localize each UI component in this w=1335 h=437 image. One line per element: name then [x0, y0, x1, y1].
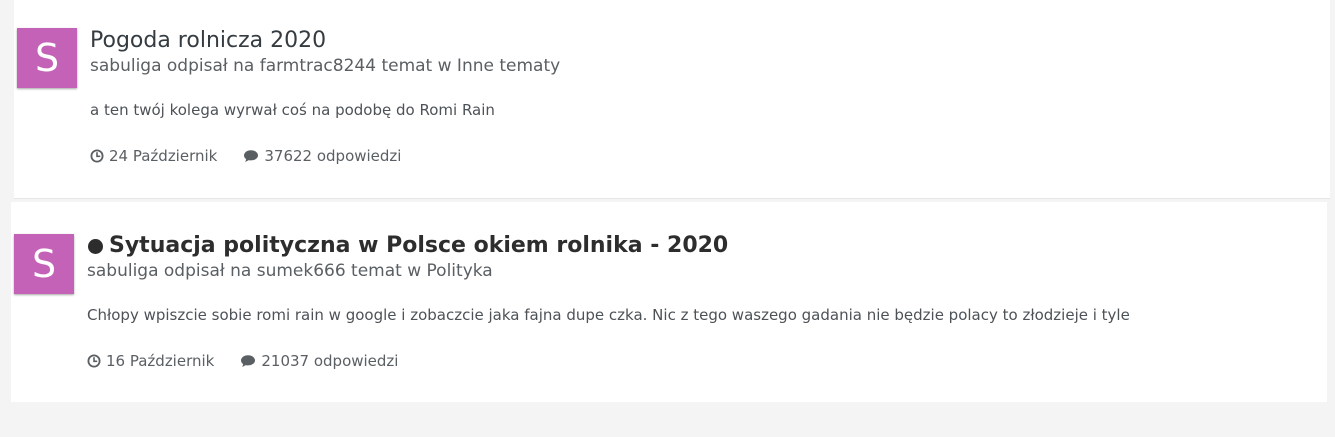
unread-indicator-icon: [88, 238, 103, 254]
date-text: 16 Październik: [106, 352, 215, 370]
date-text: 24 Październik: [109, 147, 218, 165]
stream-item-body: Sytuacja polityczna w Polsce okiem rolni…: [87, 232, 1307, 371]
avatar[interactable]: S: [14, 234, 74, 294]
topic-title[interactable]: Sytuacja polityczna w Polsce okiem rolni…: [109, 232, 728, 260]
comment-icon: [241, 355, 256, 367]
stream-item: S Sytuacja polityczna w Polsce okiem rol…: [11, 202, 1327, 402]
avatar[interactable]: S: [17, 28, 77, 88]
topic-title-link[interactable]: Pogoda rolnicza 2020: [90, 27, 1310, 55]
post-snippet: Chłopy wpiszcie sobie romi rain w google…: [87, 306, 1130, 324]
topic-title-link[interactable]: Sytuacja polityczna w Polsce okiem rolni…: [87, 232, 1307, 260]
clock-icon: [87, 354, 101, 368]
replies-stat: 37622 odpowiedzi: [243, 146, 401, 166]
stream-item: S Pogoda rolnicza 2020 sabuliga odpisał …: [14, 0, 1330, 199]
activity-stream: S Pogoda rolnicza 2020 sabuliga odpisał …: [0, 0, 1335, 437]
replies-text: 21037 odpowiedzi: [261, 352, 399, 370]
activity-meta: sabuliga odpisał na sumek666 temat w Pol…: [87, 261, 493, 281]
activity-meta: sabuliga odpisał na farmtrac8244 temat w…: [90, 56, 561, 76]
stream-item-body: Pogoda rolnicza 2020 sabuliga odpisał na…: [90, 27, 1310, 166]
date-stat[interactable]: 16 Październik: [87, 351, 214, 371]
replies-text: 37622 odpowiedzi: [264, 147, 402, 165]
post-snippet: a ten twój kolega wyrwał coś na podobę d…: [90, 101, 495, 119]
clock-icon: [90, 149, 104, 163]
topic-stats: 16 Październik 21037 odpowiedzi: [87, 351, 1307, 371]
replies-stat: 21037 odpowiedzi: [240, 351, 398, 371]
topic-title[interactable]: Pogoda rolnicza 2020: [90, 27, 326, 55]
topic-stats: 24 Październik 37622 odpowiedzi: [90, 146, 1310, 166]
date-stat[interactable]: 24 Październik: [90, 146, 217, 166]
comment-icon: [244, 150, 259, 162]
